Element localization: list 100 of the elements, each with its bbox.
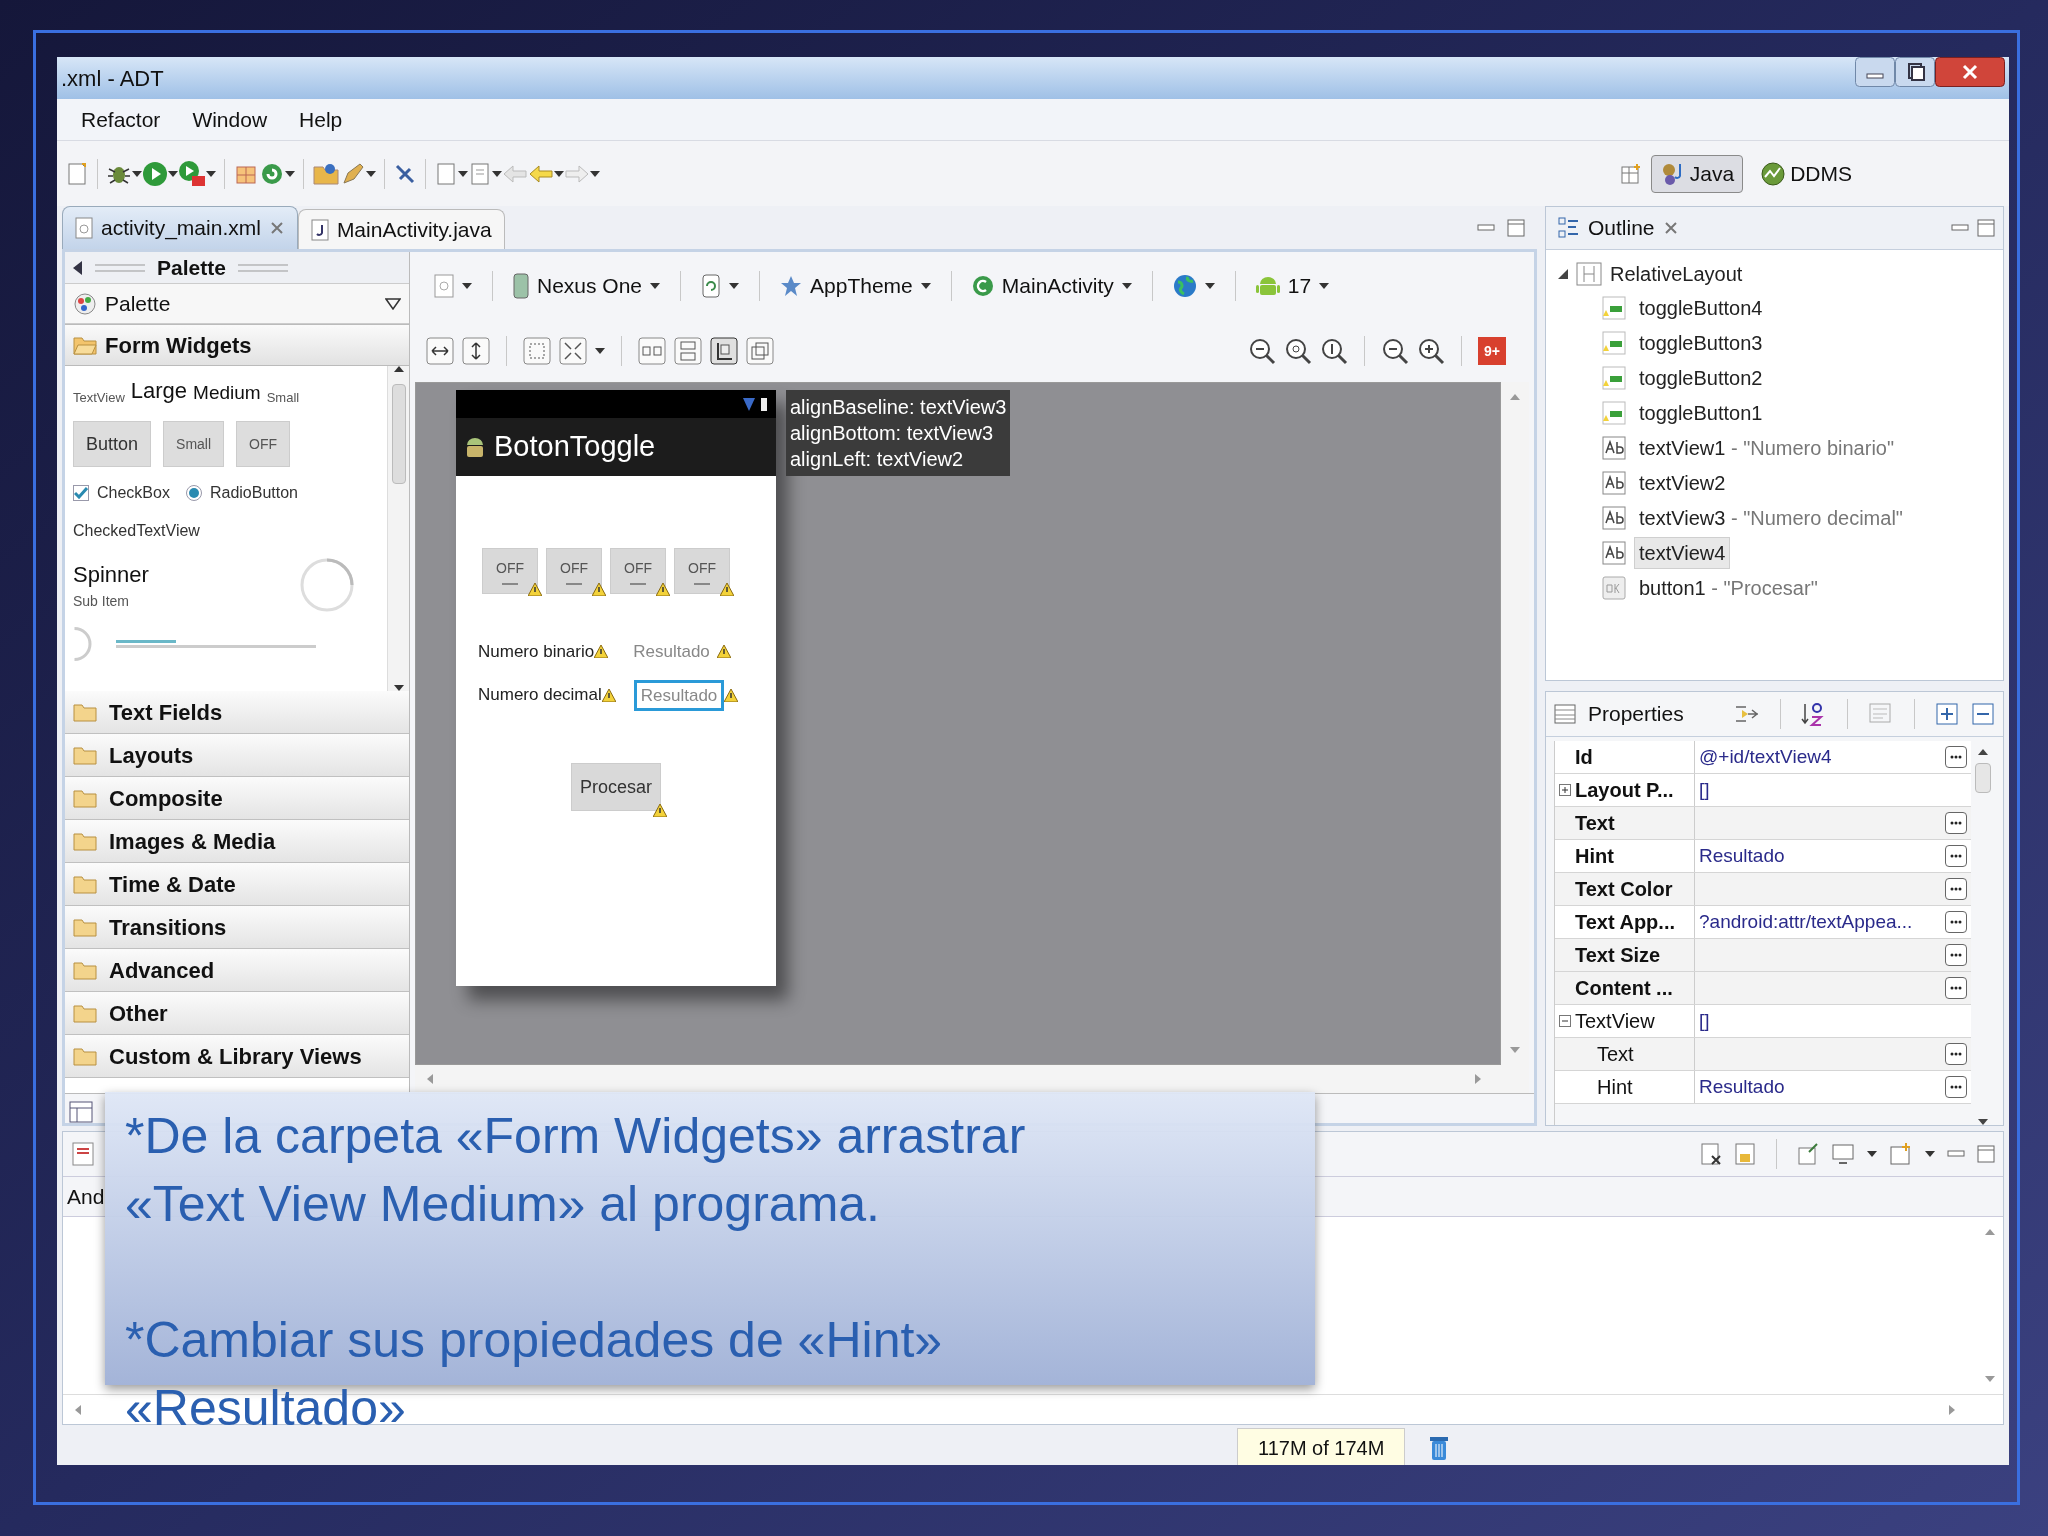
collapse-icon[interactable] — [1559, 1015, 1571, 1027]
tree-item[interactable]: textView2 — [1634, 466, 1731, 499]
layout-icon[interactable] — [69, 1101, 93, 1123]
caret-icon[interactable] — [1319, 283, 1330, 289]
property-value[interactable]: ?android:attr/textAppea... — [1699, 907, 1913, 937]
tree-item[interactable]: RelativeLayout — [1610, 259, 1743, 289]
trash-icon[interactable] — [1429, 1434, 1450, 1461]
toggle-button[interactable]: OFF — [546, 548, 602, 594]
expand-icon[interactable] — [1559, 784, 1571, 796]
widget-label[interactable]: Small — [266, 387, 300, 407]
caret-icon[interactable] — [590, 170, 600, 177]
caret-icon[interactable] — [492, 170, 502, 177]
caret-icon[interactable] — [595, 348, 605, 354]
widget-label[interactable]: Large — [130, 374, 188, 407]
scrollbar-thumb[interactable] — [391, 384, 406, 484]
ellipsis-button[interactable] — [1945, 944, 1967, 966]
palette-category[interactable]: Other — [65, 992, 409, 1035]
maximize-icon[interactable] — [1977, 1145, 1995, 1163]
editor-tab[interactable]: MainActivity.java — [297, 209, 505, 249]
caret-icon[interactable] — [206, 170, 216, 177]
tree-item[interactable]: toggleButton1 — [1634, 396, 1768, 429]
perspective-button[interactable]: DDMS — [1751, 154, 1861, 193]
ellipsis-button[interactable] — [1945, 878, 1967, 900]
widget-button[interactable]: Button — [73, 421, 152, 467]
caret-icon[interactable] — [1925, 1151, 1935, 1157]
widget-button[interactable]: Small — [163, 421, 225, 467]
tree-item[interactable]: textView1 - "Numero binario" — [1634, 431, 1900, 464]
caret-icon[interactable] — [366, 170, 376, 177]
ellipsis-button[interactable] — [1945, 977, 1967, 999]
arrow-down-icon[interactable] — [393, 685, 404, 691]
ellipsis-button[interactable] — [1945, 911, 1967, 933]
arrow-up-icon[interactable] — [1978, 749, 1988, 755]
palette-category[interactable]: Time & Date — [65, 863, 409, 906]
perspective-button[interactable]: Java — [1650, 154, 1744, 193]
tree-item[interactable]: textView3 - "Numero decimal" — [1634, 501, 1908, 534]
checkbox[interactable] — [73, 485, 89, 501]
ellipsis-button[interactable] — [1945, 812, 1967, 834]
palette-category[interactable]: Custom & Library Views — [65, 1035, 409, 1078]
arrow-right-icon[interactable] — [1475, 1074, 1481, 1084]
toggle-button[interactable]: OFF — [674, 548, 730, 594]
toggle-button[interactable]: OFF — [610, 548, 666, 594]
ellipsis-button[interactable] — [1945, 746, 1967, 768]
monitor-icon[interactable] — [1831, 1142, 1855, 1166]
toggle-button[interactable]: OFF — [482, 548, 538, 594]
arrow-down-icon[interactable] — [1978, 1119, 1988, 1125]
caret-icon[interactable] — [458, 170, 468, 177]
maximize-icon[interactable] — [1977, 219, 1995, 237]
caret-icon[interactable] — [462, 283, 472, 289]
caret-icon[interactable] — [1204, 283, 1215, 289]
widget-label[interactable]: RadioButton — [209, 481, 298, 505]
tree-item[interactable]: toggleButton2 — [1634, 361, 1768, 394]
palette-category[interactable]: Composite — [65, 777, 409, 820]
open-perspective-icon[interactable] — [1618, 161, 1643, 186]
play-icon[interactable] — [142, 160, 168, 187]
property-value[interactable]: [] — [1699, 1006, 1710, 1036]
zoom-out-icon[interactable] — [1381, 337, 1409, 365]
palette-dropdown[interactable]: Palette — [65, 284, 409, 324]
ellipsis-button[interactable] — [1945, 1076, 1967, 1098]
property-value[interactable]: Resultado — [1699, 841, 1785, 871]
minimize-icon[interactable] — [1855, 57, 1895, 87]
caret-icon[interactable] — [554, 170, 564, 177]
property-value[interactable]: Resultado — [1699, 1072, 1785, 1102]
expand-icon[interactable] — [559, 337, 587, 365]
radio-button[interactable] — [185, 485, 202, 501]
dropdown-button[interactable]: AppTheme — [772, 266, 939, 306]
widget-button[interactable]: OFF — [236, 421, 291, 467]
zoom-fit-icon[interactable] — [1248, 337, 1276, 365]
restore-icon[interactable] — [1895, 57, 1935, 87]
tree-item[interactable]: toggleButton4 — [1634, 291, 1768, 324]
property-value[interactable]: @+id/textView4 — [1699, 742, 1832, 772]
height-icon[interactable] — [462, 337, 490, 365]
hint-text[interactable]: Resultado — [626, 636, 717, 668]
palette-category[interactable]: Text Fields — [65, 691, 409, 734]
widget-label[interactable]: Sub Item — [73, 591, 149, 612]
maximize-icon[interactable] — [1507, 219, 1525, 237]
menu-item[interactable]: Help — [295, 103, 347, 136]
caret-icon[interactable] — [650, 283, 661, 289]
arrow-left-icon[interactable] — [73, 260, 83, 275]
widget-label[interactable]: Spinner — [73, 558, 149, 591]
collapse-all-icon[interactable] — [1971, 702, 1995, 726]
dropdown-button[interactable]: MainActivity — [963, 266, 1140, 306]
palette-category[interactable]: Layouts — [65, 734, 409, 777]
tree-item[interactable]: toggleButton3 — [1634, 326, 1768, 359]
palette-category[interactable]: Advanced — [65, 949, 409, 992]
close-icon[interactable] — [1935, 57, 2005, 87]
arrow-right-icon[interactable] — [1949, 1404, 1955, 1415]
widget-label[interactable]: Medium — [193, 378, 261, 407]
expand-all-icon[interactable] — [1935, 702, 1959, 726]
ellipsis-button[interactable] — [1945, 845, 1967, 867]
caret-icon[interactable] — [1121, 283, 1132, 289]
width-icon[interactable] — [426, 337, 454, 365]
clear-icon[interactable] — [1700, 1142, 1722, 1166]
scrollbar-thumb[interactable] — [1975, 763, 1991, 793]
ellipsis-button[interactable] — [1945, 1043, 1967, 1065]
caret-icon[interactable] — [285, 170, 295, 177]
run-stop-icon[interactable] — [178, 159, 206, 188]
caret-icon[interactable] — [920, 283, 931, 289]
tree-item[interactable]: button1 - "Procesar" — [1634, 571, 1823, 604]
widget-label[interactable]: CheckedTextView — [73, 519, 379, 543]
procesar-button[interactable]: Procesar — [571, 763, 661, 811]
